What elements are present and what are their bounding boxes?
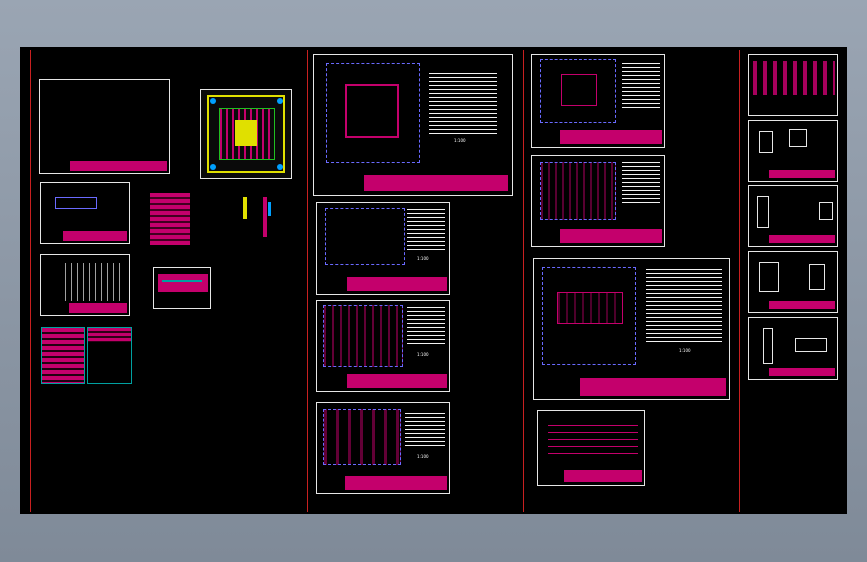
drawing-sheet-floor-plan-3[interactable]: 1:100: [316, 300, 450, 392]
mold-core: [235, 120, 257, 146]
detail-part: [789, 129, 807, 147]
detail-pin-magenta: [263, 197, 267, 237]
detail-part: [819, 202, 833, 220]
column-divider-1: [30, 50, 31, 512]
drawing-sheet-floor-plan-2[interactable]: 1:100: [316, 202, 450, 295]
title-block: [347, 374, 447, 388]
general-notes: [407, 307, 445, 347]
detail-part: [757, 196, 769, 228]
floor-plan: [323, 409, 401, 465]
elevation-lines: [548, 425, 638, 455]
title-block: [560, 229, 662, 243]
drawing-sheet-blank[interactable]: [39, 79, 170, 174]
title-block: [564, 470, 642, 482]
floor-plan: [542, 267, 636, 365]
bom-table-1[interactable]: [41, 327, 85, 384]
title-block: [580, 378, 726, 396]
title-block: [70, 161, 167, 171]
guide-pin: [210, 164, 216, 170]
drawing-sheet-notes[interactable]: [153, 267, 211, 309]
title-block: [560, 130, 662, 144]
column-divider-2: [307, 50, 308, 512]
detail-part: [759, 131, 773, 153]
general-notes: [405, 413, 445, 447]
detail-pin-yellow: [243, 197, 247, 219]
general-notes: [407, 209, 445, 251]
floor-plan: [323, 305, 403, 367]
floor-plan: [540, 59, 616, 123]
detail-pin-cyan: [268, 202, 271, 216]
drawing-sheet-detail-3[interactable]: [748, 185, 838, 247]
guide-pin: [277, 164, 283, 170]
title-block: [345, 476, 447, 490]
drawing-sheet-floor-plan-4[interactable]: 1:100: [316, 402, 450, 494]
general-notes: [622, 162, 660, 206]
plan-core: [561, 74, 597, 106]
part-outline: [55, 197, 97, 209]
drawing-sheet-detail-2[interactable]: [748, 120, 838, 182]
drawing-sheet-floor-plan-1[interactable]: 1:100: [313, 54, 513, 196]
title-block: [364, 175, 508, 191]
sheet-scale-label: 1:100: [679, 348, 691, 353]
title-block: [769, 235, 835, 243]
floor-plan: [325, 208, 405, 265]
plan-core: [345, 84, 399, 138]
drawing-sheet-detail-1[interactable]: [748, 54, 838, 116]
detail-part: [763, 328, 773, 364]
detail-part: [795, 338, 827, 352]
drawing-sheet-floor-plan-6[interactable]: [531, 155, 665, 247]
bom-header: [88, 328, 131, 342]
title-block: [158, 274, 208, 292]
title-block: [769, 170, 835, 178]
sheet-scale-label: 1:100: [417, 256, 429, 261]
floor-plan: [326, 63, 420, 163]
part-lines: [65, 263, 125, 301]
sheet-scale-label: 1:100: [417, 454, 429, 459]
column-divider-3: [523, 50, 524, 512]
cad-model-space[interactable]: 1:100 1:100 1:100 1:100 1:100: [20, 47, 847, 514]
bom-table-2[interactable]: [87, 327, 132, 384]
sheet-scale-label: 1:100: [454, 138, 466, 143]
drawing-sheet-floor-plan-5[interactable]: [531, 54, 665, 148]
detail-part: [809, 264, 825, 290]
title-block: [769, 368, 835, 376]
drawing-sheet-mold-layout[interactable]: [200, 89, 292, 179]
general-notes: [646, 269, 722, 343]
title-block-stripe: [162, 280, 202, 282]
drawing-sheet-part-b[interactable]: [40, 254, 130, 316]
drawing-sheet-floor-plan-7[interactable]: 1:100: [533, 258, 730, 400]
guide-pin: [210, 98, 216, 104]
title-block: [347, 277, 447, 291]
sheet-scale-label: 1:100: [417, 352, 429, 357]
plan-core: [557, 292, 623, 324]
detail-table-red[interactable]: [150, 193, 190, 245]
title-block: [69, 303, 127, 313]
detail-part: [759, 262, 779, 292]
column-divider-4: [739, 50, 740, 512]
drawing-sheet-part-a[interactable]: [40, 182, 130, 244]
detail-parts: [753, 61, 835, 95]
general-notes: [622, 63, 660, 111]
floor-plan: [540, 162, 616, 220]
drawing-sheet-detail-4[interactable]: [748, 251, 838, 313]
title-block: [63, 231, 127, 241]
drawing-sheet-detail-5[interactable]: [748, 317, 838, 380]
drawing-sheet-elevation[interactable]: [537, 410, 645, 486]
guide-pin: [277, 98, 283, 104]
general-notes: [429, 73, 497, 135]
title-block: [769, 301, 835, 309]
